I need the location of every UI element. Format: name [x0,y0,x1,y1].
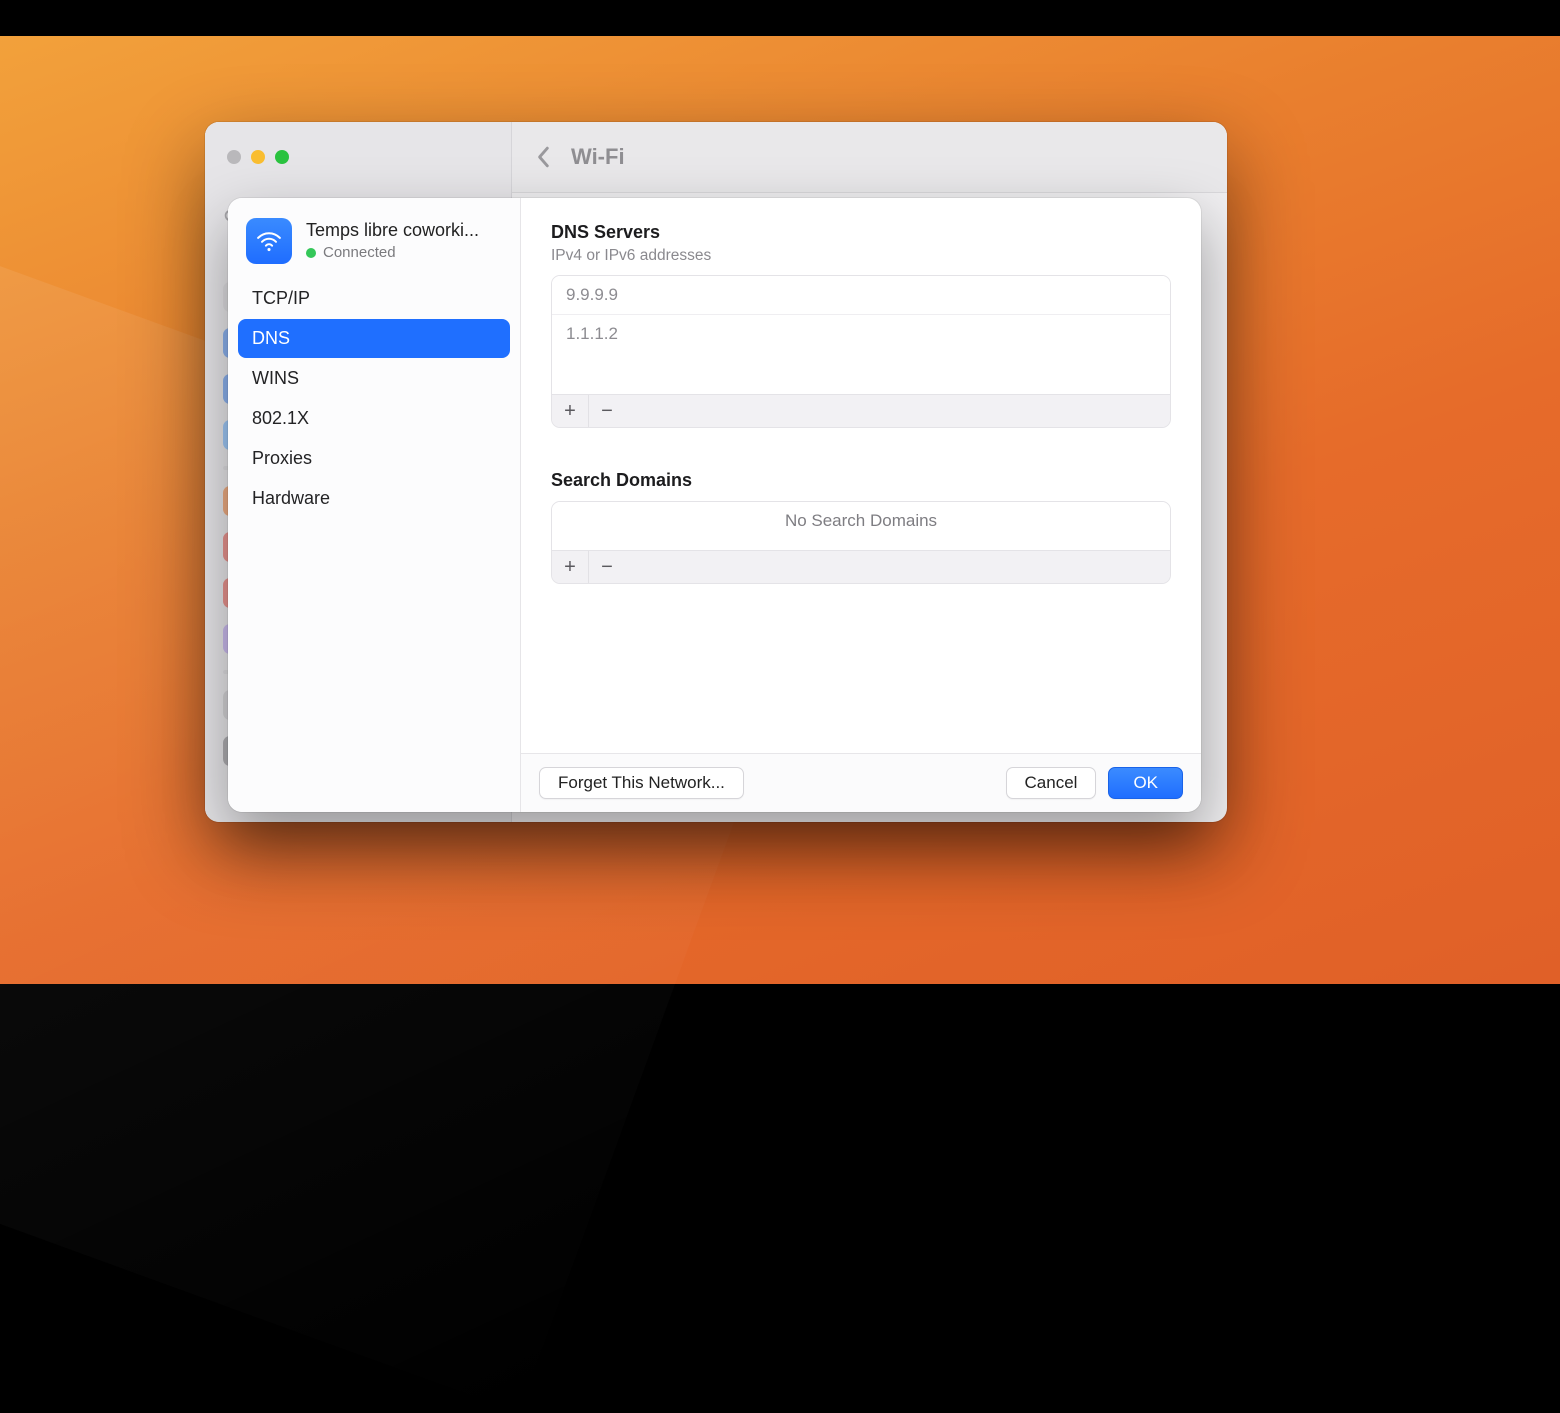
search-domains-empty: No Search Domains [552,502,1170,540]
network-header: Temps libre coworki... Connected [228,216,520,278]
dns-servers-section: DNS Servers IPv4 or IPv6 addresses 9.9.9… [551,222,1171,428]
network-status: Connected [306,244,479,263]
sheet-footer: Forget This Network... Cancel OK [521,753,1201,812]
sheet-tabs: TCP/IP DNS WINS 802.1X Proxies Hardware [228,279,520,518]
dns-server-row[interactable]: 9.9.9.9 [552,276,1170,315]
dns-remove-button[interactable]: − [589,395,625,427]
dns-add-button[interactable]: + [552,395,589,427]
forget-network-button[interactable]: Forget This Network... [539,767,744,799]
dns-servers-subtitle: IPv4 or IPv6 addresses [551,247,1171,265]
ok-button[interactable]: OK [1108,767,1183,799]
back-button[interactable] [531,146,557,168]
dns-server-row[interactable]: 1.1.1.2 [552,315,1170,353]
traffic-lights[interactable] [227,150,289,164]
sheet-content: DNS Servers IPv4 or IPv6 addresses 9.9.9… [521,198,1201,753]
network-status-text: Connected [323,244,396,263]
wifi-details-sheet: Temps libre coworki... Connected TCP/IP … [228,198,1201,812]
dns-servers-title: DNS Servers [551,222,1171,243]
search-domains-section: Search Domains No Search Domains + − [551,470,1171,584]
tab-proxies[interactable]: Proxies [238,439,510,478]
search-domain-add-button[interactable]: + [552,551,589,583]
settings-title: Wi-Fi [571,144,625,170]
search-domain-remove-button[interactable]: − [589,551,625,583]
cancel-button[interactable]: Cancel [1006,767,1097,799]
sheet-sidebar: Temps libre coworki... Connected TCP/IP … [228,198,521,812]
network-name: Temps libre coworki... [306,219,479,242]
dns-servers-list[interactable]: 9.9.9.9 1.1.1.2 + − [551,275,1171,428]
tab-8021x[interactable]: 802.1X [238,399,510,438]
zoom-window-icon[interactable] [275,150,289,164]
minimize-window-icon[interactable] [251,150,265,164]
status-dot-icon [306,248,316,258]
close-window-icon[interactable] [227,150,241,164]
tab-hardware[interactable]: Hardware [238,479,510,518]
tab-dns[interactable]: DNS [238,319,510,358]
desktop-background: Wi-Fi Temps libre coworki... [0,36,1560,984]
settings-header: Wi-Fi [511,122,625,192]
tab-tcpip[interactable]: TCP/IP [238,279,510,318]
search-domains-list[interactable]: No Search Domains + − [551,501,1171,584]
tab-wins[interactable]: WINS [238,359,510,398]
sheet-main: DNS Servers IPv4 or IPv6 addresses 9.9.9… [521,198,1201,812]
wifi-icon [246,218,292,264]
search-domains-title: Search Domains [551,470,1171,491]
